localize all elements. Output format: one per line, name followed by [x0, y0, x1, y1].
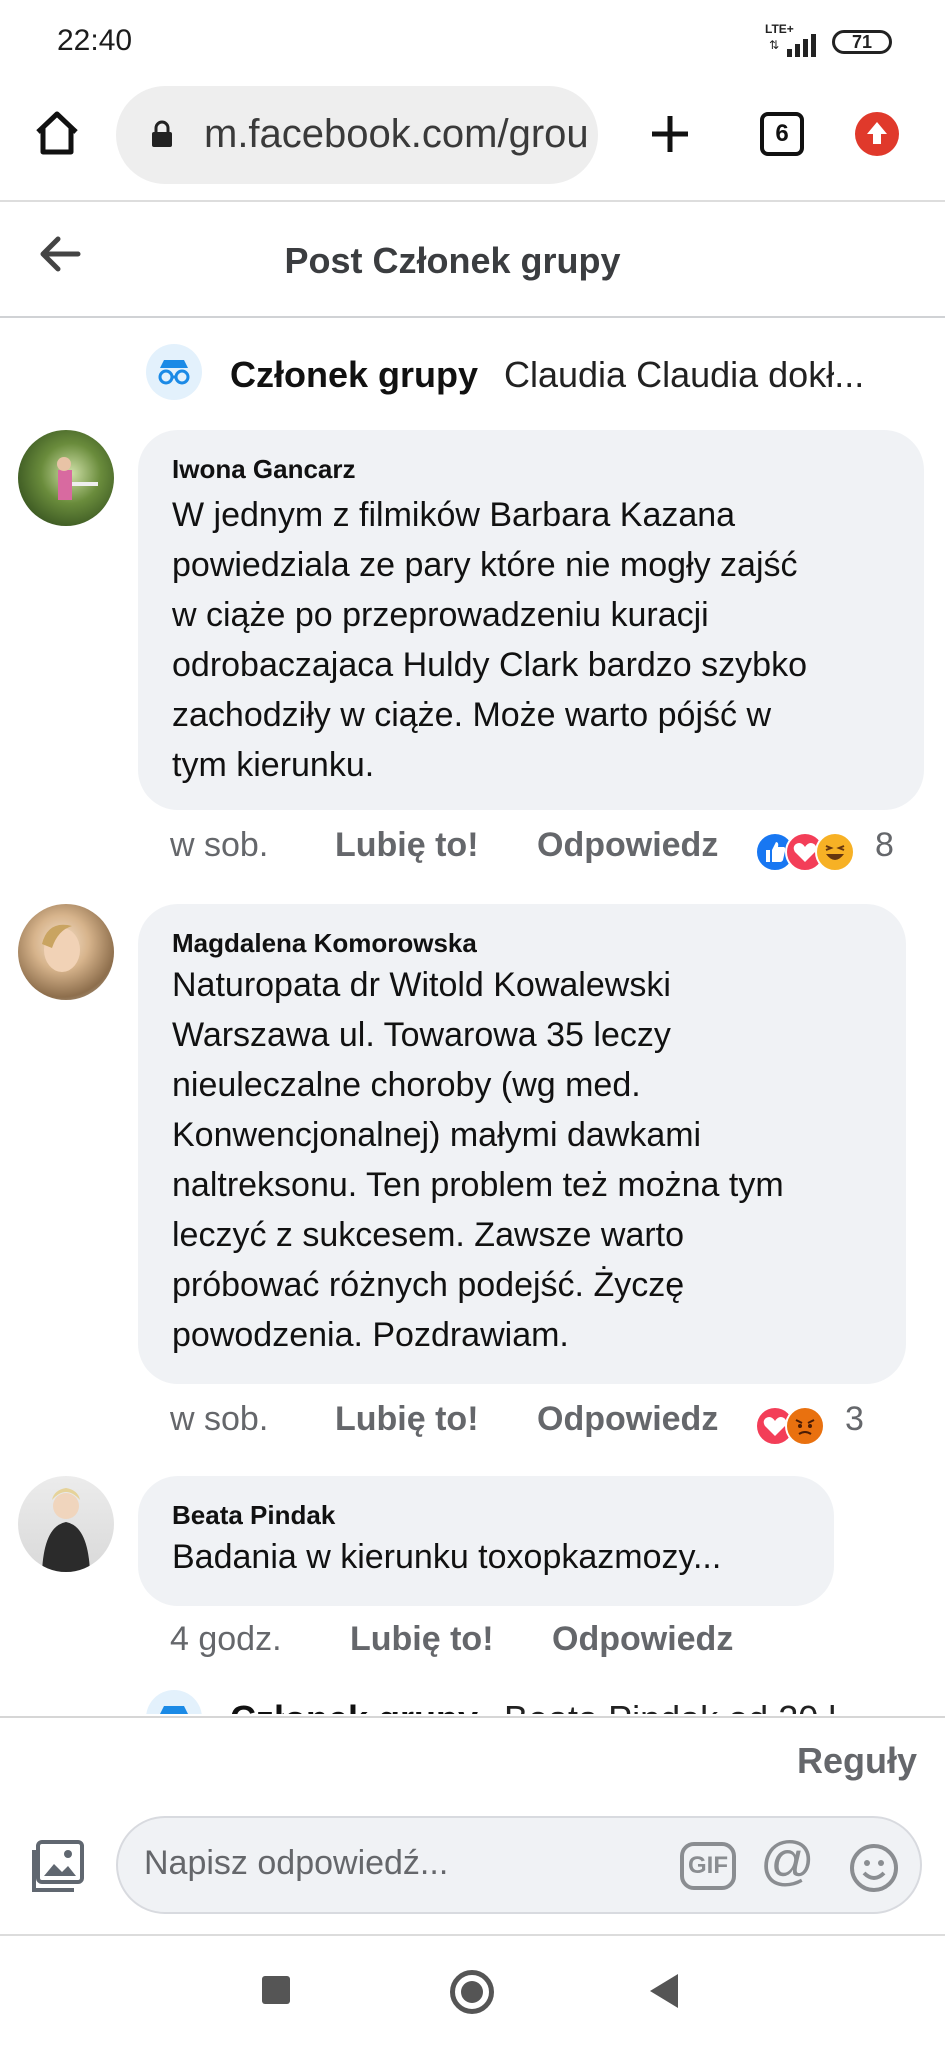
- reply-preview[interactable]: Członek grupy Claudia Claudia dokł...: [146, 344, 936, 404]
- comment-bubble: Iwona Gancarz W jednym z filmików Barbar…: [138, 430, 924, 810]
- smile-icon[interactable]: [848, 1842, 900, 1894]
- nav-recents-icon[interactable]: [262, 1976, 290, 2004]
- angry-reaction-icon: [785, 1406, 825, 1446]
- at-icon[interactable]: @: [760, 1834, 815, 1888]
- divider: [0, 316, 945, 318]
- page-title: Post Członek grupy: [284, 240, 621, 281]
- comment-bubble: Beata Pindak Badania w kierunku toxopkaz…: [138, 1476, 834, 1606]
- url-text: m.facebook.com/grou: [204, 112, 589, 156]
- avatar[interactable]: [18, 904, 114, 1000]
- photo-icon[interactable]: [30, 1838, 86, 1894]
- like-button[interactable]: Lubię to!: [350, 1620, 494, 1659]
- system-nav-bar: [0, 1936, 945, 2048]
- gif-icon[interactable]: GIF: [680, 1842, 736, 1890]
- browser-toolbar: m.facebook.com/grou 6: [0, 80, 945, 202]
- reply-input[interactable]: Napisz odpowiedź... GIF @: [116, 1816, 922, 1914]
- reaction-count: 8: [875, 826, 894, 864]
- status-time: 22:40: [57, 24, 133, 57]
- reply-author[interactable]: Członek grupy: [230, 1698, 478, 1714]
- url-bar[interactable]: m.facebook.com/grou: [116, 86, 598, 184]
- comment-time[interactable]: w sob.: [170, 826, 268, 865]
- reply-author[interactable]: Członek grupy: [230, 354, 478, 396]
- like-button[interactable]: Lubię to!: [335, 826, 479, 865]
- incognito-member-icon: [146, 344, 202, 400]
- tabs-icon[interactable]: 6: [760, 112, 804, 156]
- reply-button[interactable]: Odpowiedz: [552, 1620, 733, 1659]
- comment-author[interactable]: Iwona Gancarz: [172, 454, 356, 485]
- comment-time[interactable]: 4 godz.: [170, 1620, 282, 1659]
- comment-author[interactable]: Beata Pindak: [172, 1500, 335, 1531]
- signal-bars-icon: [787, 34, 816, 57]
- update-icon[interactable]: [855, 112, 899, 156]
- lock-icon: [152, 120, 172, 147]
- reply-placeholder: Napisz odpowiedź...: [144, 1844, 449, 1882]
- reaction-count: 3: [845, 1400, 864, 1438]
- battery-indicator: 71: [832, 30, 892, 54]
- reply-button[interactable]: Odpowiedz: [537, 826, 718, 865]
- divider: [0, 1716, 945, 1718]
- signal-indicator: LTE+ ⇅: [765, 22, 825, 58]
- comment-text: W jednym z filmików Barbara Kazana powie…: [172, 496, 807, 784]
- comment-author[interactable]: Magdalena Komorowska: [172, 928, 477, 959]
- comment-actions: 4 godz. Lubię to! Odpowiedz: [170, 1620, 945, 1670]
- comment-bubble: Magdalena Komorowska Naturopata dr Witol…: [138, 904, 906, 1384]
- page-header: Post Członek grupy: [0, 202, 945, 314]
- avatar[interactable]: [18, 430, 114, 526]
- plus-icon[interactable]: [648, 112, 692, 156]
- comment-actions: w sob. Lubię to! Odpowiedz 8: [170, 826, 945, 876]
- reply-button[interactable]: Odpowiedz: [537, 1400, 718, 1439]
- data-arrows-icon: ⇅: [769, 38, 780, 52]
- comment-text: Badania w kierunku toxopkazmozy...: [172, 1538, 722, 1576]
- reply-preview[interactable]: Członek grupy Beata Pindak od 20 l...: [146, 1690, 936, 1714]
- avatar[interactable]: [18, 1476, 114, 1572]
- haha-reaction-icon: [815, 832, 855, 872]
- reactions-summary[interactable]: 3: [755, 1400, 885, 1446]
- reply-snippet: Claudia Claudia dokł...: [504, 354, 865, 395]
- nav-back-icon[interactable]: [650, 1974, 678, 2008]
- comment-text: Naturopata dr Witold Kowalewski Warszawa…: [172, 966, 784, 1354]
- home-icon[interactable]: [32, 108, 82, 158]
- reactions-summary[interactable]: 8: [755, 826, 925, 872]
- status-bar: 22:40 LTE+ ⇅ 71: [0, 0, 945, 80]
- arrow-up-icon: [867, 122, 887, 144]
- rules-link[interactable]: Reguły: [797, 1740, 917, 1782]
- reply-snippet: Beata Pindak od 20 l...: [504, 1698, 866, 1714]
- like-button[interactable]: Lubię to!: [335, 1400, 479, 1439]
- comment-time[interactable]: w sob.: [170, 1400, 268, 1439]
- nav-home-icon[interactable]: [450, 1970, 494, 2014]
- comment-actions: w sob. Lubię to! Odpowiedz 3: [170, 1400, 945, 1450]
- incognito-member-icon: [146, 1690, 202, 1714]
